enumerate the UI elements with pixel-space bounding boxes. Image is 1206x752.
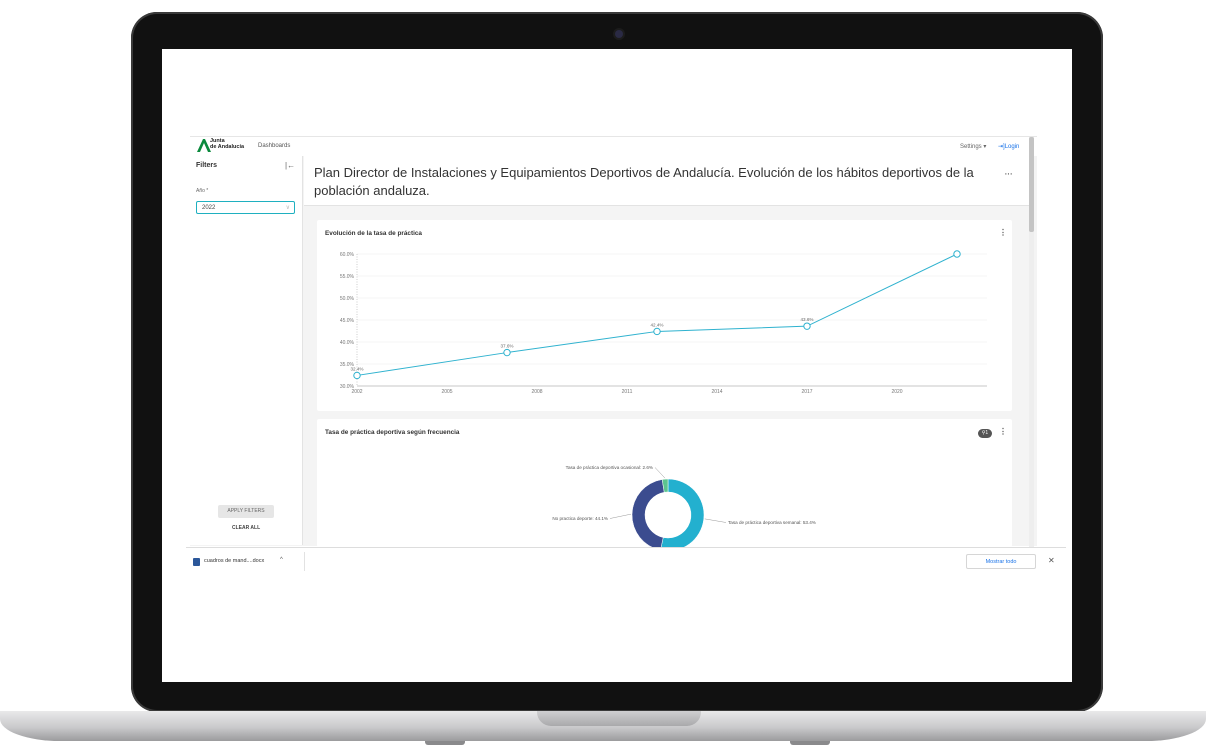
year-filter-label: Año * (196, 188, 209, 194)
dashboard-header: Plan Director de Instalaciones y Equipam… (304, 156, 1029, 206)
collapse-sidebar-icon[interactable]: |← (285, 161, 295, 170)
slice-label: No practica deporte: 44.1% (552, 516, 608, 521)
year-select-value: 2022 (202, 205, 216, 211)
divider (304, 552, 305, 571)
data-point (653, 327, 661, 336)
year-select[interactable]: 2022 ∨ (196, 201, 295, 214)
settings-menu[interactable]: Settings ▾ (960, 143, 986, 150)
y-tick-label: 55.0% (340, 274, 355, 280)
filters-title: Filters (196, 162, 218, 169)
chevron-down-icon: ∨ (285, 205, 290, 211)
apply-filters-button[interactable]: APPLY FILTERS (218, 505, 274, 518)
donut-chart: Tasa de práctica deportiva semanal: 53.4… (552, 465, 816, 547)
download-file-name[interactable]: cuadros de mand....docx (204, 558, 264, 564)
laptop-stage: Junta de Andalucía Dashboards Settings ▾… (0, 0, 1206, 752)
x-tick-label: 2005 (441, 389, 452, 395)
laptop-foot (790, 741, 830, 745)
laptop-foot (425, 741, 465, 745)
laptop-notch (537, 711, 701, 726)
label-leader-line (609, 513, 632, 519)
label-leader-line (654, 467, 666, 479)
camera-icon (615, 30, 623, 38)
data-point (503, 348, 511, 357)
page-title: Plan Director de Instalaciones y Equipam… (314, 165, 974, 198)
top-navbar: Junta de Andalucía Dashboards Settings ▾… (190, 137, 1037, 156)
x-tick-label: 2008 (531, 389, 542, 395)
y-tick-label: 50.0% (340, 296, 355, 302)
logo-text[interactable]: Junta de Andalucía (210, 138, 245, 150)
x-tick-label: 2017 (801, 389, 812, 395)
show-all-button[interactable]: Mostrar todo (966, 554, 1036, 569)
label-leader-line (704, 518, 727, 523)
data-label: 37.6% (500, 344, 513, 349)
y-tick-label: 45.0% (340, 318, 355, 324)
word-file-icon (193, 558, 200, 566)
data-point (353, 371, 361, 380)
more-options-icon[interactable]: ··· (1004, 168, 1013, 180)
scrollbar-thumb[interactable] (1029, 137, 1034, 232)
login-link[interactable]: ⇥]Login (998, 143, 1019, 150)
chevron-up-icon[interactable]: ^ (280, 557, 283, 563)
laptop-screen: Junta de Andalucía Dashboards Settings ▾… (162, 49, 1072, 682)
data-label: 43.6% (800, 317, 813, 322)
series-line (356, 253, 958, 376)
donut-slice (631, 479, 665, 547)
slice-label: Tasa de práctica deportiva ocasional: 2.… (566, 465, 653, 470)
slice-label: Tasa de práctica deportiva semanal: 53.4… (728, 520, 816, 525)
x-tick-label: 2002 (351, 389, 362, 395)
close-icon[interactable]: ✕ (1048, 556, 1055, 565)
data-point (953, 250, 961, 258)
logo-line-2: de Andalucía (210, 143, 245, 150)
data-point (803, 322, 811, 330)
x-tick-label: 2011 (622, 389, 633, 395)
data-label: 32.4% (350, 366, 363, 371)
pie-chart-card: Tasa de práctica deportiva según frecuen… (317, 419, 1012, 547)
download-bar: cuadros de mand....docx ^ Mostrar todo ✕ (186, 547, 1066, 574)
data-label: 42.4% (650, 322, 663, 327)
line-chart-card: Evolución de la tasa de práctica ⋮ 30.0%… (317, 220, 1012, 411)
y-tick-label: 40.0% (340, 340, 355, 346)
y-tick-label: 60.0% (340, 252, 355, 258)
clear-all-button[interactable]: CLEAR ALL (232, 525, 260, 531)
line-chart: 30.0%35.0%40.0%45.0%50.0%55.0%60.0%2002 2… (340, 250, 987, 395)
nav-dashboards-link[interactable]: Dashboards (258, 143, 290, 149)
x-tick-label: 2020 (891, 389, 902, 395)
dashboard-app: Junta de Andalucía Dashboards Settings ▾… (190, 136, 1037, 547)
x-tick-label: 2014 (711, 389, 722, 395)
filters-sidebar: Filters |← Año * 2022 ∨ APPLY FILTERS CL… (190, 156, 303, 545)
